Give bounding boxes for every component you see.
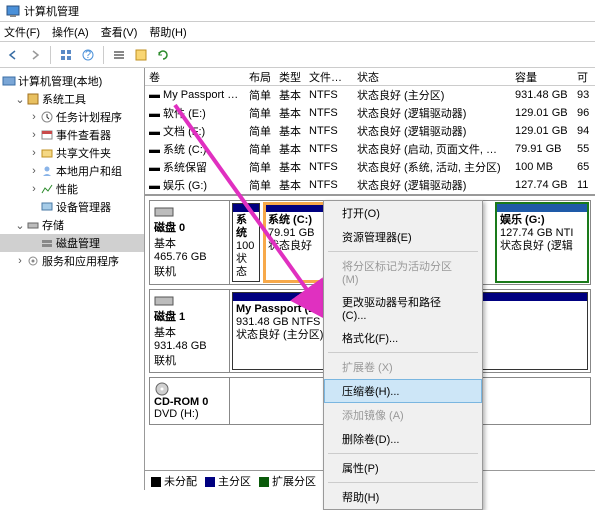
col-status[interactable]: 状态 [353,69,511,85]
disk-1-info[interactable]: 磁盘 1 基本 931.48 GB 联机 [150,290,230,372]
ctx-properties[interactable]: 属性(P) [324,456,482,480]
separator [328,482,478,483]
nav-fwd-icon[interactable] [26,46,44,64]
tree-local-users[interactable]: ›本地用户和组 [0,162,144,180]
ctx-open[interactable]: 打开(O) [324,201,482,225]
props-icon[interactable] [132,46,150,64]
toolbar: ? [0,42,595,68]
volume-row[interactable]: ▬ 软件 (E:)简单基本NTFS状态良好 (逻辑驱动器)129.01 GB96 [145,104,595,122]
ctx-mark-active: 将分区标记为活动分区(M) [324,254,482,290]
tree-performance[interactable]: ›性能 [0,180,144,198]
col-volume[interactable]: 卷 [145,69,245,85]
app-icon [6,4,20,18]
legend-extended: 扩展分区 [259,473,316,489]
nav-tree: 计算机管理(本地) ⌄系统工具 ›任务计划程序 ›事件查看器 ›共享文件夹 ›本… [0,68,145,490]
svg-text:?: ? [85,49,91,61]
menubar: 文件(F) 操作(A) 查看(V) 帮助(H) [0,22,595,42]
col-capacity[interactable]: 容量 [511,69,573,85]
divider [103,46,104,64]
context-menu: 打开(O) 资源管理器(E) 将分区标记为活动分区(M) 更改驱动器号和路径(C… [323,200,483,510]
cdrom-info[interactable]: CD-ROM 0 DVD (H:) [150,378,230,424]
disk-icon [154,205,174,219]
volume-list: 卷 布局 类型 文件系统 状态 容量 可 ▬ My Passport (D:)简… [145,68,595,196]
disk-icon [154,294,174,308]
cd-icon [154,382,174,396]
tree-disk-management[interactable]: 磁盘管理 [0,234,144,252]
tree-root[interactable]: 计算机管理(本地) [0,72,144,90]
menu-file[interactable]: 文件(F) [4,24,40,40]
ctx-delete[interactable]: 删除卷(D)... [324,427,482,451]
col-free[interactable]: 可 [573,69,595,85]
tree-task-scheduler[interactable]: ›任务计划程序 [0,108,144,126]
volume-row[interactable]: ▬ 系统 (C:)简单基本NTFS状态良好 (启动, 页面文件, 故障转储, 主… [145,140,595,158]
nav-back-icon[interactable] [4,46,22,64]
ctx-explorer[interactable]: 资源管理器(E) [324,225,482,249]
ctx-shrink[interactable]: 压缩卷(H)... [324,379,482,403]
app-title: 计算机管理 [24,3,79,19]
list-header: 卷 布局 类型 文件系统 状态 容量 可 [145,68,595,86]
tree-event-viewer[interactable]: ›事件查看器 [0,126,144,144]
volume-row[interactable]: ▬ 系统保留简单基本NTFS状态良好 (系统, 活动, 主分区)100 MB65 [145,158,595,176]
partition-g[interactable]: 娱乐 (G:)127.74 GB NTI状态良好 (逻辑 [496,203,588,282]
legend-primary: 主分区 [205,473,251,489]
menu-action[interactable]: 操作(A) [52,24,89,40]
menu-view[interactable]: 查看(V) [101,24,138,40]
volume-row[interactable]: ▬ 娱乐 (G:)简单基本NTFS状态良好 (逻辑驱动器)127.74 GB11 [145,176,595,194]
partition-system-reserved[interactable]: 系统100状态 [232,203,260,282]
disk-0-info[interactable]: 磁盘 0 基本 465.76 GB 联机 [150,201,230,284]
tree-services-apps[interactable]: ›服务和应用程序 [0,252,144,270]
views-icon[interactable] [57,46,75,64]
titlebar: 计算机管理 [0,0,595,22]
separator [328,251,478,252]
refresh-icon[interactable] [154,46,172,64]
ctx-add-mirror: 添加镜像 (A) [324,403,482,427]
legend-unalloc: 未分配 [151,473,197,489]
col-fs[interactable]: 文件系统 [305,69,353,85]
separator [328,453,478,454]
menu-help[interactable]: 帮助(H) [149,24,186,40]
ctx-help[interactable]: 帮助(H) [324,485,482,509]
tree-storage[interactable]: ⌄存储 [0,216,144,234]
ctx-extend: 扩展卷 (X) [324,355,482,379]
ctx-change-drive[interactable]: 更改驱动器号和路径(C)... [324,290,482,326]
col-layout[interactable]: 布局 [245,69,275,85]
partition-c[interactable]: 系统 (C:)79.91 GB状态良好 [264,203,326,282]
tree-shared-folders[interactable]: ›共享文件夹 [0,144,144,162]
volume-row[interactable]: ▬ 文档 (F:)简单基本NTFS状态良好 (逻辑驱动器)129.01 GB94 [145,122,595,140]
list-icon[interactable] [110,46,128,64]
divider [50,46,51,64]
tree-system-tools[interactable]: ⌄系统工具 [0,90,144,108]
col-type[interactable]: 类型 [275,69,305,85]
tree-device-manager[interactable]: 设备管理器 [0,198,144,216]
separator [328,352,478,353]
ctx-format[interactable]: 格式化(F)... [324,326,482,350]
help-icon[interactable]: ? [79,46,97,64]
volume-row[interactable]: ▬ My Passport (D:)简单基本NTFS状态良好 (主分区)931.… [145,86,595,104]
